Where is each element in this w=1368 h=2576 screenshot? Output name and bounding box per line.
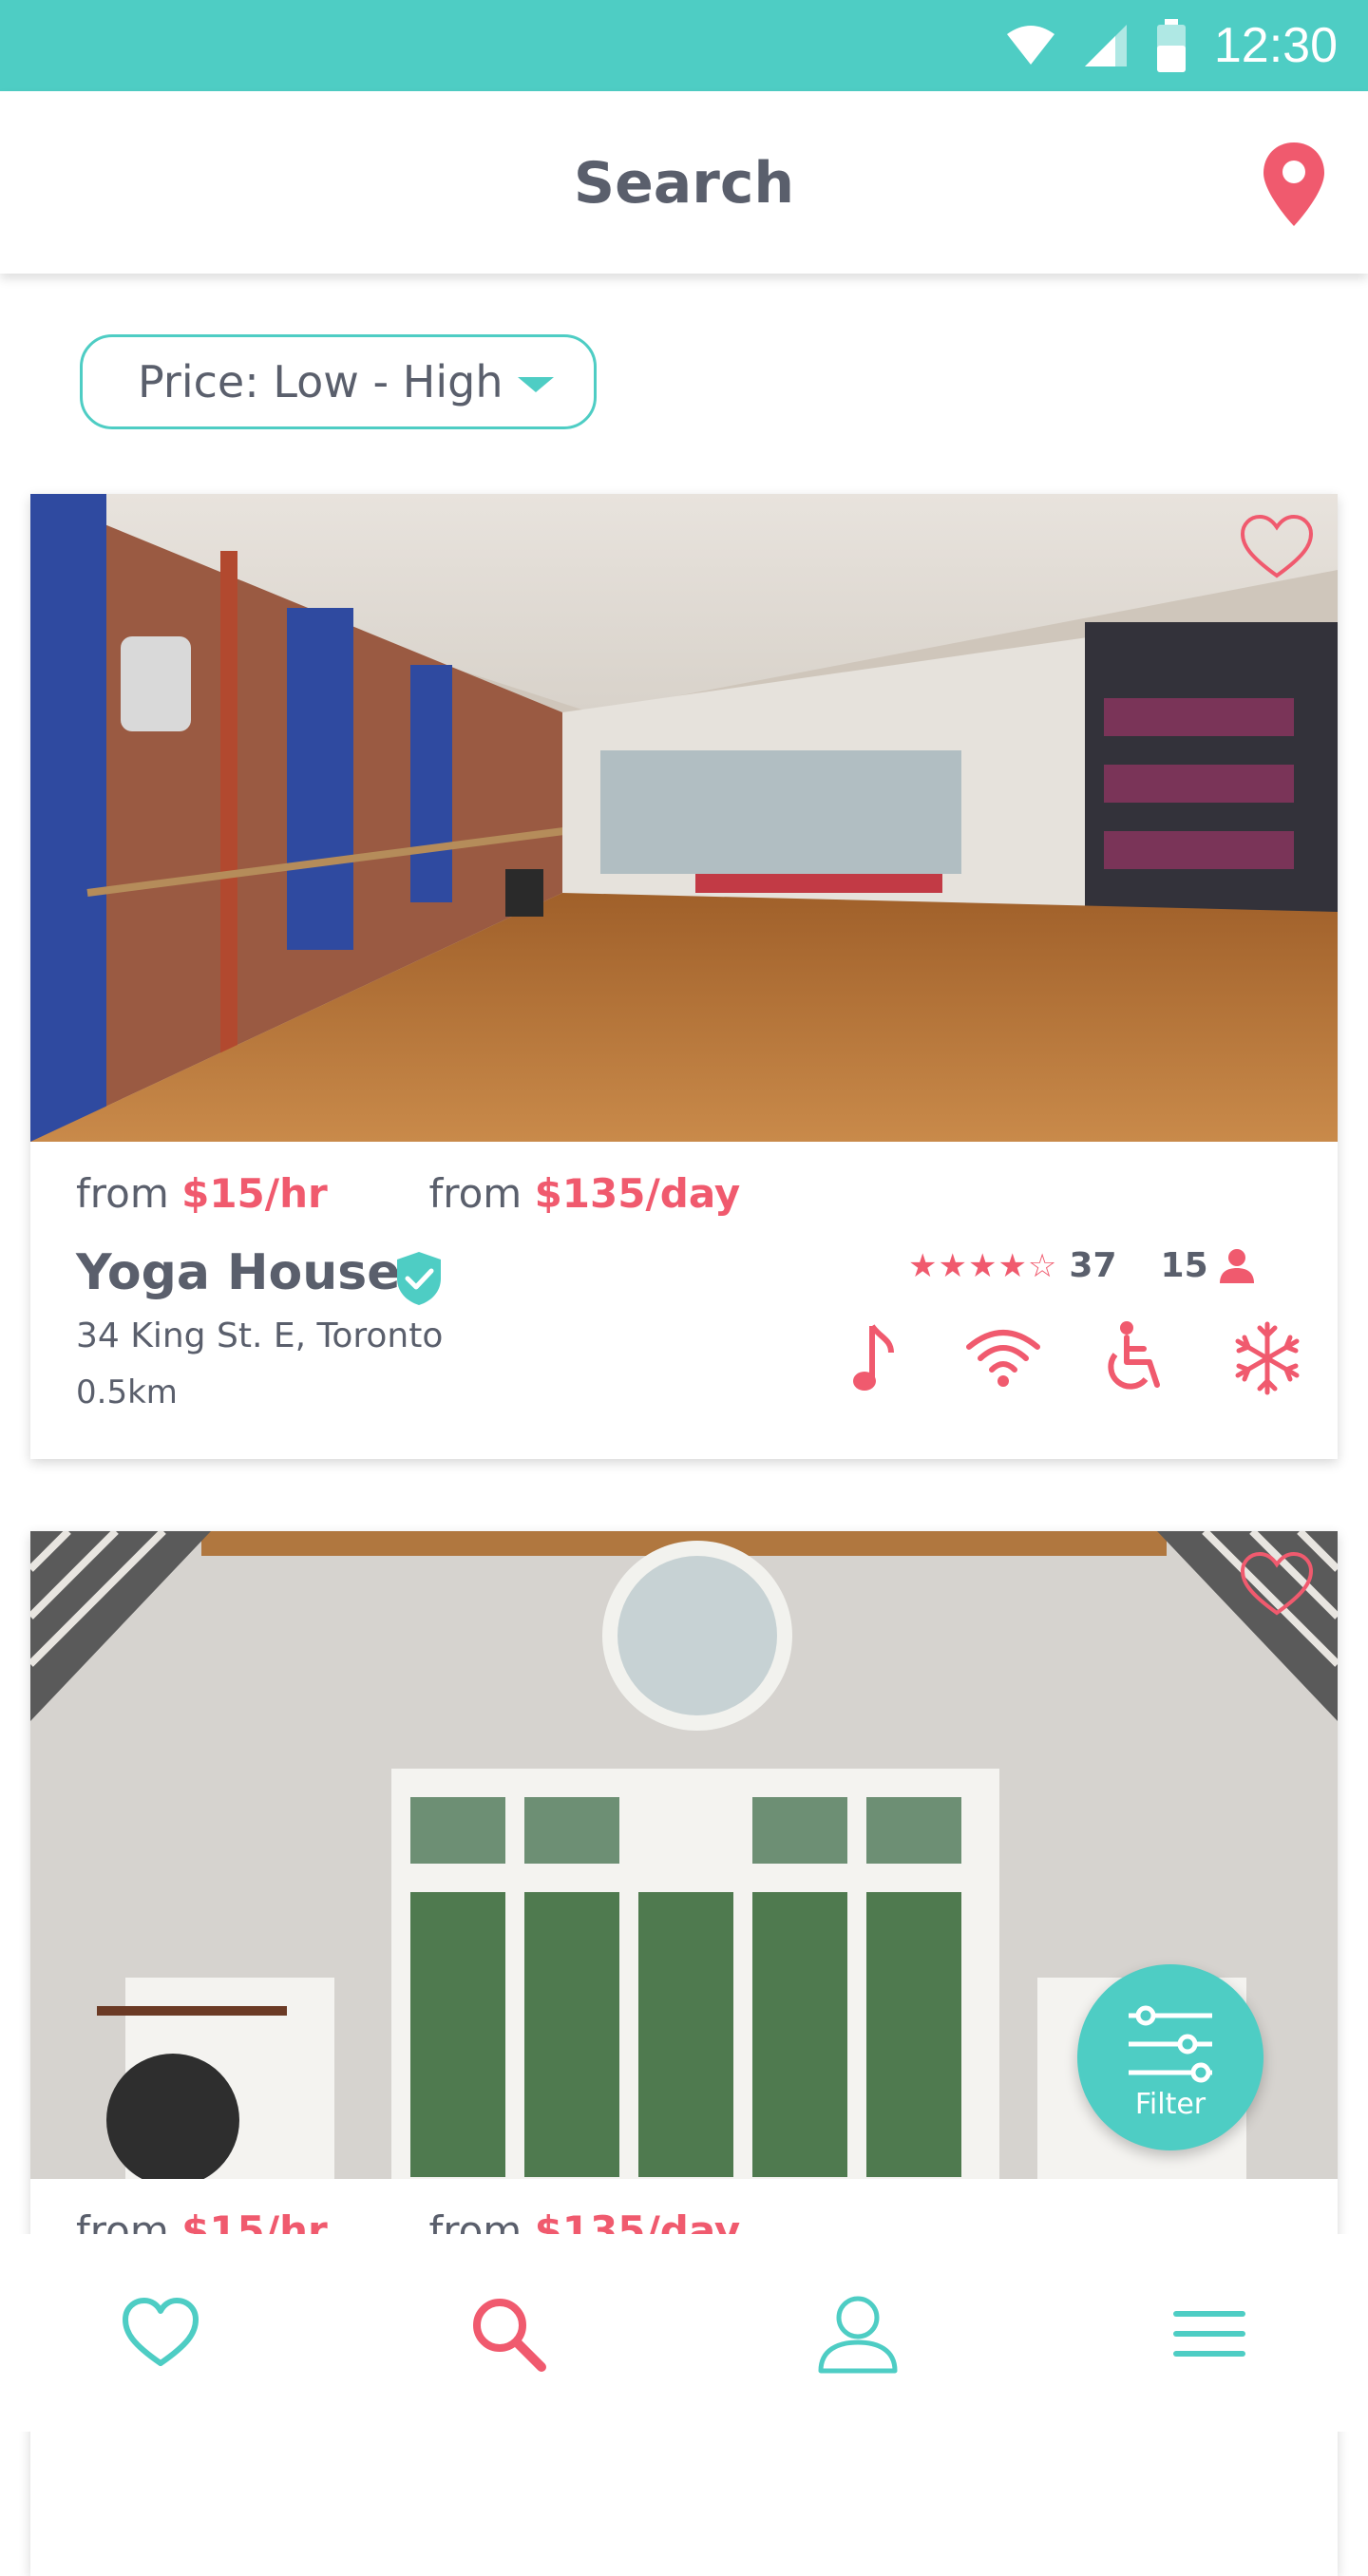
amenities-row xyxy=(809,1318,1322,1398)
heart-icon[interactable] xyxy=(118,2291,203,2377)
from-label: from xyxy=(76,1170,169,1217)
battery-icon xyxy=(1156,19,1186,72)
profile-icon[interactable] xyxy=(815,2291,901,2377)
price-row: from $15/hr from $135/day xyxy=(76,1170,740,1217)
listing-card[interactable]: from $15/hr from $135/day Yoga House 34 … xyxy=(30,494,1338,1459)
favorite-heart-icon[interactable] xyxy=(1239,1550,1315,1619)
snowflake-icon xyxy=(1235,1321,1300,1395)
listing-photo xyxy=(30,494,1338,1142)
favorite-heart-icon[interactable] xyxy=(1239,513,1315,581)
status-bar: 12:30 xyxy=(0,0,1368,91)
app-bar: Search xyxy=(0,91,1368,274)
search-icon[interactable] xyxy=(466,2291,551,2377)
wifi-icon xyxy=(966,1330,1040,1387)
daily-price: $135/day xyxy=(534,1170,741,1217)
sort-dropdown[interactable]: Price: Low - High xyxy=(80,334,597,429)
page-title: Search xyxy=(573,150,795,217)
from-label: from xyxy=(428,1170,522,1217)
sliders-icon xyxy=(1129,2005,1212,2083)
caret-down-icon xyxy=(518,377,554,392)
rating-row: ★★★★☆ 37 15 xyxy=(908,1246,1256,1285)
capacity-count: 15 xyxy=(1160,1246,1208,1285)
star-rating: ★★★★☆ xyxy=(908,1246,1058,1285)
review-count: 37 xyxy=(1069,1246,1117,1285)
venue-name: Yoga House xyxy=(76,1244,401,1301)
wifi-status-icon xyxy=(1006,26,1054,65)
sort-label: Price: Low - High xyxy=(138,356,504,407)
wheelchair-icon xyxy=(1108,1321,1160,1390)
status-time: 12:30 xyxy=(1213,18,1338,73)
venue-distance: 0.5km xyxy=(76,1373,178,1411)
signal-icon xyxy=(1084,25,1127,66)
venue-address: 34 King St. E, Toronto xyxy=(76,1316,444,1355)
person-icon xyxy=(1219,1248,1254,1283)
location-pin-icon[interactable] xyxy=(1260,139,1328,230)
filter-label: Filter xyxy=(1134,2088,1206,2121)
hourly-price: $15/hr xyxy=(181,1170,328,1217)
music-icon xyxy=(853,1324,894,1391)
menu-icon[interactable] xyxy=(1167,2291,1252,2377)
filter-button[interactable]: Filter xyxy=(1077,1964,1264,2150)
verified-badge-icon xyxy=(397,1252,441,1305)
bottom-navigation xyxy=(0,2234,1368,2432)
